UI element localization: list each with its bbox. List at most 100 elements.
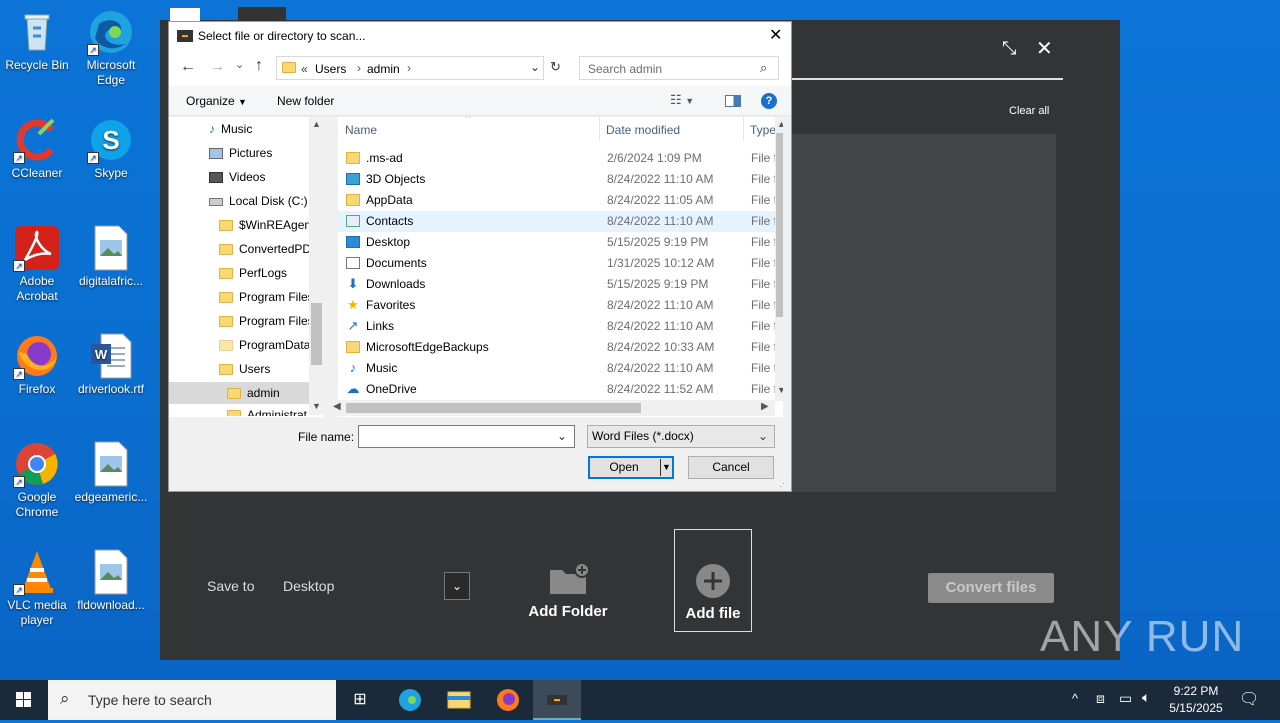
desktop-icon-vlc[interactable]: ↗ VLC media player bbox=[0, 548, 74, 628]
column-header-name[interactable]: Name bbox=[345, 118, 377, 142]
network-icon[interactable]: ⧈ bbox=[1096, 690, 1105, 707]
close-icon[interactable]: ✕ bbox=[1036, 36, 1053, 61]
firefox-taskbar-icon[interactable] bbox=[484, 680, 532, 720]
file-type-filter[interactable]: Word Files (*.docx) ⌄ bbox=[587, 425, 775, 448]
file-type: File f bbox=[751, 277, 778, 291]
open-button[interactable]: Open ▼ bbox=[588, 456, 674, 479]
scroll-up-icon[interactable]: ▲ bbox=[312, 119, 321, 129]
forward-arrow-icon[interactable]: → bbox=[209, 58, 225, 76]
breadcrumb-admin[interactable]: admin bbox=[367, 62, 400, 76]
desktop-icon-skype[interactable]: S ↗ Skype bbox=[74, 116, 148, 181]
start-button[interactable] bbox=[0, 680, 48, 720]
column-header-date[interactable]: Date modified bbox=[606, 118, 680, 142]
file-row[interactable]: ♪ Music 8/24/2022 11:10 AM File f bbox=[338, 358, 783, 379]
chevron-down-icon[interactable]: ⌄ bbox=[557, 426, 567, 447]
desktop-icon-digitalafric[interactable]: digitalafric... bbox=[74, 224, 148, 289]
recent-chevron-icon[interactable]: ⌄ bbox=[235, 58, 244, 71]
file-name: MicrosoftEdgeBackups bbox=[366, 340, 489, 354]
display-icon[interactable]: ▭ bbox=[1119, 690, 1132, 707]
add-file-button[interactable]: Add file bbox=[674, 529, 752, 632]
nav-item-admin[interactable]: admin bbox=[169, 382, 309, 404]
breadcrumb-users[interactable]: Users bbox=[315, 62, 346, 76]
file-row[interactable]: ☁ OneDrive 8/24/2022 11:52 AM File f bbox=[338, 379, 783, 400]
file-row[interactable]: Documents 1/31/2025 10:12 AM File f bbox=[338, 253, 783, 274]
search-box[interactable]: Search admin ⌕ bbox=[579, 56, 779, 80]
nav-item-videos[interactable]: Videos bbox=[209, 166, 265, 188]
up-arrow-icon[interactable]: ↑ bbox=[255, 57, 263, 75]
taskbar-search-box[interactable]: ⌕ Type here to search bbox=[48, 680, 336, 720]
cancel-button[interactable]: Cancel bbox=[688, 456, 774, 479]
scroll-thumb[interactable] bbox=[346, 403, 641, 413]
file-row[interactable]: Desktop 5/15/2025 9:19 PM File f bbox=[338, 232, 783, 253]
taskbar-search-input[interactable]: Type here to search bbox=[88, 692, 212, 708]
chevron-down-icon[interactable]: ⌄ bbox=[444, 572, 470, 600]
file-row[interactable]: 3D Objects 8/24/2022 11:10 AM File f bbox=[338, 169, 783, 190]
save-to-select[interactable]: Desktop ⌄ bbox=[275, 572, 471, 600]
file-row[interactable]: Contacts 8/24/2022 11:10 AM File f bbox=[338, 211, 783, 232]
scroll-right-icon[interactable]: ▶ bbox=[761, 401, 769, 412]
scroll-up-icon[interactable]: ▲ bbox=[777, 119, 783, 129]
chevron-down-icon[interactable]: ⌄ bbox=[758, 426, 768, 447]
firefox-icon: ↗ bbox=[13, 332, 61, 380]
scroll-down-icon[interactable]: ▼ bbox=[777, 385, 783, 395]
file-name-input[interactable]: ⌄ bbox=[358, 425, 575, 448]
desktop-icon-recycle-bin[interactable]: Recycle Bin bbox=[0, 8, 74, 73]
notifications-icon[interactable]: 🗨︎ bbox=[1239, 689, 1259, 709]
desktop-icon-driverlook[interactable]: W driverlook.rtf bbox=[74, 332, 148, 397]
volume-icon[interactable]: 🔈︎ bbox=[1142, 689, 1150, 706]
file-row[interactable]: .ms-ad 2/6/2024 1:09 PM File f bbox=[338, 148, 783, 169]
organize-button[interactable]: Organize ▼ bbox=[186, 94, 247, 108]
convert-files-button[interactable]: Convert files bbox=[928, 573, 1054, 603]
converter-taskbar-icon[interactable]: ▬ bbox=[533, 680, 581, 720]
nav-item-local-disk[interactable]: Local Disk (C:) bbox=[209, 190, 308, 212]
file-row[interactable]: ⬇ Downloads 5/15/2025 9:19 PM File f bbox=[338, 274, 783, 295]
view-options-icon[interactable]: ☷ ▼ bbox=[670, 92, 694, 108]
desktop-icon-edge[interactable]: ↗ Microsoft Edge bbox=[74, 8, 148, 88]
scroll-left-icon[interactable]: ◀ bbox=[333, 401, 341, 412]
column-header-type[interactable]: Type bbox=[750, 118, 776, 142]
file-horizontal-scrollbar[interactable]: ◀ ▶ bbox=[329, 400, 775, 416]
file-vertical-scrollbar[interactable]: ▲ ▼ bbox=[775, 117, 783, 401]
desktop-icon-label: Firefox bbox=[18, 382, 56, 396]
refresh-icon[interactable]: ↻ bbox=[550, 59, 561, 75]
back-arrow-icon[interactable]: ← bbox=[180, 58, 196, 76]
scroll-down-icon[interactable]: ▼ bbox=[312, 401, 321, 411]
nav-item-music[interactable]: ♪ Music bbox=[209, 118, 252, 140]
search-input[interactable]: Search admin bbox=[588, 62, 662, 76]
nav-item-pictures[interactable]: Pictures bbox=[209, 142, 272, 164]
edge-taskbar-icon[interactable] bbox=[386, 680, 434, 720]
address-bar[interactable]: « Users › admin › ⌄ bbox=[276, 56, 544, 80]
desktop-icon-edgeameric[interactable]: edgeameric... bbox=[74, 440, 148, 505]
show-hidden-icons[interactable]: ^ bbox=[1072, 691, 1078, 706]
desktop-icon-ccleaner[interactable]: ↗ CCleaner bbox=[0, 116, 74, 181]
chevron-down-icon[interactable]: ▼ bbox=[662, 458, 671, 477]
help-icon[interactable]: ? bbox=[761, 93, 777, 109]
preview-pane-icon[interactable] bbox=[725, 95, 741, 107]
file-explorer-icon[interactable] bbox=[435, 680, 483, 720]
address-dropdown-icon[interactable]: ⌄ bbox=[530, 60, 540, 74]
nav-scrollbar[interactable]: ▲ ▼ bbox=[309, 117, 324, 415]
minimize-icon[interactable]: ⤡ bbox=[1002, 38, 1016, 59]
clear-all-button[interactable]: Clear all bbox=[1009, 105, 1049, 117]
breadcrumb-root[interactable]: « bbox=[301, 62, 308, 76]
add-folder-button[interactable]: Add Folder bbox=[520, 550, 616, 630]
scroll-thumb[interactable] bbox=[776, 133, 783, 317]
desktop-icon-firefox[interactable]: ↗ Firefox bbox=[0, 332, 74, 397]
new-folder-button[interactable]: New folder bbox=[277, 94, 334, 108]
desktop-icon-acrobat[interactable]: ↗ Adobe Acrobat bbox=[0, 224, 74, 304]
scroll-thumb[interactable] bbox=[311, 303, 322, 365]
close-icon[interactable]: ✕ bbox=[769, 25, 782, 45]
desktop-icon-fldownload[interactable]: fldownload... bbox=[74, 548, 148, 613]
resize-grip-icon[interactable]: ⋰ bbox=[779, 478, 788, 489]
breadcrumb-sep-icon: › bbox=[357, 61, 361, 75]
clock[interactable]: 9:22 PM 5/15/2025 bbox=[1165, 683, 1227, 717]
task-view-icon[interactable]: ⊞ bbox=[336, 680, 384, 720]
nav-item-administrator[interactable]: Administrat bbox=[227, 404, 309, 416]
desktop-icon-chrome[interactable]: ↗ Google Chrome bbox=[0, 440, 74, 520]
file-date-modified: 5/15/2025 9:19 PM bbox=[607, 277, 709, 291]
file-row[interactable]: MicrosoftEdgeBackups 8/24/2022 10:33 AM Fi… bbox=[338, 337, 783, 358]
file-row[interactable]: AppData 8/24/2022 11:05 AM File f bbox=[338, 190, 783, 211]
drive-icon bbox=[209, 197, 223, 206]
file-row[interactable]: ↗ Links 8/24/2022 11:10 AM File f bbox=[338, 316, 783, 337]
file-row[interactable]: ★ Favorites 8/24/2022 11:10 AM File f bbox=[338, 295, 783, 316]
